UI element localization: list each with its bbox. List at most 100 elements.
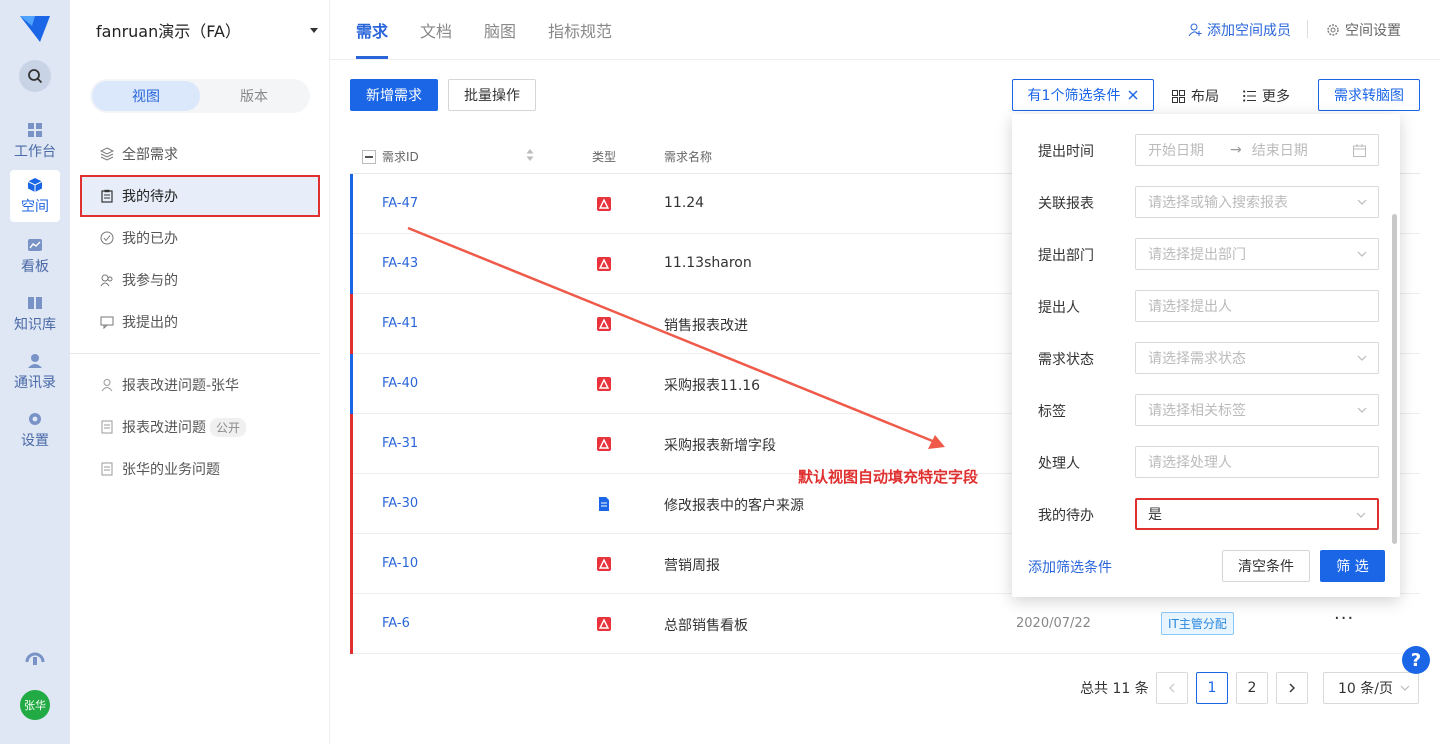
page-size-select[interactable]: 10 条/页 <box>1323 672 1419 704</box>
sidebar-item-done[interactable]: 我的已办 <box>80 217 320 259</box>
add-filter-condition-link[interactable]: 添加筛选条件 <box>1028 557 1112 577</box>
sidebar-view-item[interactable]: 张华的业务问题 <box>80 448 320 490</box>
requirement-id-link[interactable]: FA-41 <box>382 316 418 331</box>
chevron-down-icon <box>1357 355 1367 361</box>
row-more-button[interactable]: ··· <box>1334 608 1354 629</box>
tab-requirements[interactable]: 需求 <box>356 18 388 42</box>
apply-filter-button[interactable]: 筛 选 <box>1320 550 1385 582</box>
requirement-id-link[interactable]: FA-43 <box>382 256 418 271</box>
fanruan-logo-icon[interactable] <box>18 12 52 46</box>
table-row[interactable]: FA-6 总部销售看板 2020/07/22 IT主管分配 ··· <box>350 594 1420 654</box>
batch-operation-button[interactable]: 批量操作 <box>448 79 536 111</box>
rail-item-settings[interactable]: 设置 <box>10 404 60 456</box>
requirement-id-link[interactable]: FA-30 <box>382 496 418 511</box>
column-header-type: 类型 <box>592 150 617 164</box>
filter-row: 标签 请选择相关标签 <box>1012 394 1400 426</box>
clear-conditions-button[interactable]: 清空条件 <box>1222 550 1310 582</box>
chevron-left-icon <box>1169 683 1175 693</box>
filter-select[interactable]: 请选择相关标签 <box>1135 394 1379 426</box>
filter-row: 我的待办 是 <box>1012 498 1400 530</box>
sidebar-view-item[interactable]: 报表改进问题 公开 <box>80 406 320 448</box>
filter-select[interactable]: 请选择提出部门 <box>1135 238 1379 270</box>
rail-item-label: 工作台 <box>14 143 56 160</box>
filter-select[interactable]: 请选择或输入搜索报表 <box>1135 186 1379 218</box>
arrow-right-icon: → <box>1230 142 1242 158</box>
requirement-id-link[interactable]: FA-31 <box>382 436 418 451</box>
gear-icon <box>1327 24 1339 36</box>
requirement-name[interactable]: 采购报表11.16 <box>664 375 760 395</box>
requirement-id-link[interactable]: FA-40 <box>382 376 418 391</box>
public-badge: 公开 <box>210 417 247 437</box>
my-todo-value: 是 <box>1148 507 1162 523</box>
chevron-down-icon <box>1357 251 1367 257</box>
search-icon <box>28 69 43 84</box>
prev-page-button[interactable] <box>1156 672 1188 704</box>
annotation-text: 默认视图自动填充特定字段 <box>798 468 979 486</box>
requirement-name[interactable]: 销售报表改进 <box>664 315 748 335</box>
segment-view[interactable]: 视图 <box>92 81 200 111</box>
avatar[interactable]: 张华 <box>20 690 50 720</box>
tab-mindmap[interactable]: 脑图 <box>484 18 516 42</box>
filter-button[interactable]: 有1个筛选条件 <box>1012 79 1154 111</box>
tab-metrics[interactable]: 指标规范 <box>548 18 612 42</box>
rail-item-contacts[interactable]: 通讯录 <box>10 346 60 398</box>
requirement-id-link[interactable]: FA-47 <box>382 196 418 211</box>
requirement-name[interactable]: 总部销售看板 <box>664 615 748 635</box>
clipboard-icon <box>101 189 113 203</box>
rail-item-knowledge[interactable]: 知识库 <box>10 288 60 340</box>
list-icon <box>1243 90 1256 102</box>
more-button[interactable]: 更多 <box>1243 86 1290 106</box>
requirement-name[interactable]: 修改报表中的客户来源 <box>664 495 804 515</box>
date-range-picker[interactable]: 开始日期 → 结束日期 <box>1135 134 1379 166</box>
requirement-id-link[interactable]: FA-10 <box>382 556 418 571</box>
space-selector[interactable]: fanruan演示（FA） <box>96 18 318 42</box>
rail-item-workbench[interactable]: 工作台 <box>10 115 60 167</box>
support-icon[interactable] <box>23 646 47 670</box>
my-todo-select[interactable]: 是 <box>1135 498 1379 530</box>
pagination-total: 总共 11 条 <box>1080 681 1149 697</box>
sidebar-item-my-todo[interactable]: 我的待办 <box>80 175 320 217</box>
page-button-1[interactable]: 1 <box>1196 672 1228 704</box>
requirement-name[interactable]: 11.13sharon <box>664 255 752 271</box>
rail-item-space[interactable]: 空间 <box>10 170 60 222</box>
sidebar-item-participated[interactable]: 我参与的 <box>80 259 320 301</box>
filter-select[interactable]: 请选择需求状态 <box>1135 342 1379 374</box>
check-circle-icon <box>100 231 114 245</box>
sidebar-item-submitted[interactable]: 我提出的 <box>80 301 320 343</box>
page-button-2[interactable]: 2 <box>1236 672 1268 704</box>
space-settings-button[interactable]: 空间设置 <box>1326 20 1401 40</box>
filter-input[interactable]: 请选择提出人 <box>1135 290 1379 322</box>
layout-button[interactable]: 布局 <box>1172 86 1219 106</box>
popup-scrollbar[interactable] <box>1392 214 1397 544</box>
caret-down-icon <box>310 27 318 33</box>
sort-icon[interactable] <box>526 148 534 162</box>
tab-docs[interactable]: 文档 <box>420 18 452 42</box>
requirement-name[interactable]: 11.24 <box>664 195 704 211</box>
sidebar-item-label: 我参与的 <box>122 273 178 289</box>
priority-bar <box>350 534 353 594</box>
requirement-id-link[interactable]: FA-6 <box>382 616 410 631</box>
date-start-placeholder: 开始日期 <box>1148 143 1204 159</box>
select-all-checkbox[interactable] <box>362 150 376 164</box>
next-page-button[interactable] <box>1276 672 1308 704</box>
segment-version[interactable]: 版本 <box>200 81 308 111</box>
close-icon[interactable] <box>1128 90 1138 100</box>
rail-item-board[interactable]: 看板 <box>10 230 60 282</box>
column-header-id[interactable]: 需求ID <box>382 148 419 165</box>
help-icon[interactable]: ? <box>1402 646 1430 674</box>
filter-label: 提出部门 <box>1038 248 1094 264</box>
requirement-name[interactable]: 采购报表新增字段 <box>664 435 776 455</box>
new-requirement-button[interactable]: 新增需求 <box>350 79 438 111</box>
requirement-name[interactable]: 营销周报 <box>664 555 720 575</box>
filter-row: 提出时间 开始日期 → 结束日期 <box>1012 134 1400 166</box>
sidebar-item-label: 全部需求 <box>122 147 178 163</box>
sidebar-item-all[interactable]: 全部需求 <box>80 133 320 175</box>
add-member-button[interactable]: 添加空间成员 <box>1188 20 1291 40</box>
layers-icon <box>100 147 114 161</box>
filter-input[interactable]: 请选择处理人 <box>1135 446 1379 478</box>
filter-label: 处理人 <box>1038 456 1080 472</box>
to-mindmap-button[interactable]: 需求转脑图 <box>1318 79 1420 111</box>
filter-label: 提出时间 <box>1038 144 1094 160</box>
global-search-button[interactable] <box>19 60 51 92</box>
sidebar-view-item[interactable]: 报表改进问题-张华 <box>80 364 320 406</box>
